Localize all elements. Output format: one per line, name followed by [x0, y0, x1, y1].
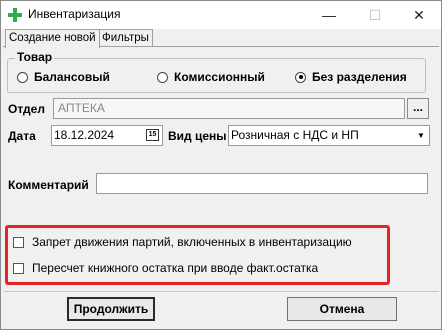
maximize-icon: ☐: [368, 6, 382, 23]
department-browse-button[interactable]: ...: [407, 98, 429, 119]
radio-balance[interactable]: Балансовый: [17, 70, 110, 84]
price-type-label: Вид цены: [168, 129, 227, 143]
tab-filters[interactable]: Фильтры: [98, 29, 153, 47]
tab-create-new[interactable]: Создание новой: [5, 29, 100, 48]
footer-divider: [3, 291, 439, 292]
pharmacy-cross-icon: [8, 8, 22, 22]
date-field[interactable]: 18.12.2024 15: [51, 125, 163, 146]
minimize-icon: —: [322, 7, 336, 23]
date-label: Дата: [8, 129, 36, 143]
maximize-button[interactable]: ☐: [355, 1, 395, 29]
inventory-window: Инвентаризация — ☐ ✕ Создание новой Филь…: [0, 0, 442, 330]
window-title: Инвентаризация: [28, 7, 121, 21]
checkbox: [13, 236, 24, 248]
title-bar: Инвентаризация — ☐ ✕: [1, 1, 441, 29]
cancel-button[interactable]: Отмена: [287, 297, 397, 321]
radio-button-checked: [295, 71, 306, 83]
continue-button[interactable]: Продолжить: [67, 297, 155, 321]
options-highlight-frame: [5, 225, 390, 285]
checkbox: [13, 262, 24, 274]
price-type-value: Розничная с НДС и НП: [231, 128, 359, 142]
close-button[interactable]: ✕: [399, 1, 439, 29]
comment-field[interactable]: [96, 173, 428, 194]
department-field[interactable]: АПТЕКА: [53, 98, 405, 119]
radio-no-split[interactable]: Без разделения: [295, 70, 407, 84]
radio-button: [17, 71, 28, 83]
comment-label: Комментарий: [8, 178, 89, 192]
calendar-icon[interactable]: 15: [146, 129, 159, 141]
goods-group-title: Товар: [15, 50, 55, 64]
radio-commission[interactable]: Комиссионный: [157, 70, 265, 84]
radio-button: [157, 71, 168, 83]
checkbox-block-batch-movement[interactable]: Запрет движения партий, включенных в инв…: [13, 235, 352, 249]
price-type-select[interactable]: Розничная с НДС и НП ▼: [228, 125, 430, 146]
minimize-button[interactable]: —: [309, 1, 349, 29]
chevron-down-icon[interactable]: ▼: [413, 126, 429, 145]
date-value: 18.12.2024: [54, 128, 115, 142]
checkbox-recalc-book-balance[interactable]: Пересчет книжного остатка при вводе факт…: [13, 261, 318, 275]
close-icon: ✕: [413, 6, 425, 23]
department-label: Отдел: [8, 102, 45, 116]
